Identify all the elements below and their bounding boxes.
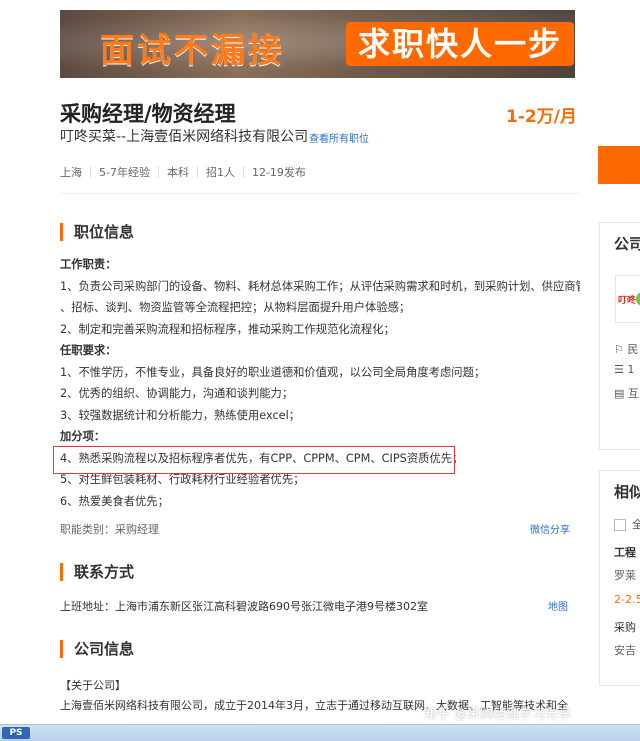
sidebar-similar-heading: 相似 [614, 483, 640, 501]
apply-button[interactable] [598, 146, 640, 184]
description-heading: 工作职责： [60, 258, 117, 271]
section-title-company-info: 公司信息 [60, 640, 134, 658]
zhihu-watermark: 知乎 @采购经理学习分享 [424, 707, 572, 722]
salary: 1-2万/月 [506, 107, 577, 127]
section-title-contact: 联系方式 [60, 563, 134, 581]
description-line: 3、较强数据统计和分析能力，熟练使用excel； [60, 408, 301, 422]
job-tags: 上海 5-7年经验 本科 招1人 12-19发布 [60, 164, 306, 180]
similar-job-company[interactable]: 安吉 [600, 642, 640, 658]
job-title: 采购经理/物资经理 [60, 102, 236, 126]
select-all-checkbox[interactable]: 全 [600, 516, 640, 532]
description-heading: 任职要求： [60, 344, 117, 357]
highlight-annotation-box [53, 446, 455, 474]
tag-separator [242, 166, 244, 178]
description-line: 、招标、谈判、物资监管等全流程把控；从物料层面提升用户体验感； [60, 301, 411, 314]
description-line: 1、不惟学历，不惟专业，具备良好的职业道德和价值观，以公司全局角度考虑问题； [60, 365, 486, 379]
sidebar-company-row: ⚐ 民 [614, 343, 639, 356]
description-line: 2、优秀的组织、协调能力，沟通和谈判能力； [60, 387, 294, 400]
description-heading: 加分项： [60, 430, 106, 443]
similar-job-company[interactable]: 罗莱 [600, 567, 640, 583]
work-address: 上班地址：上海市浦东新区张江高科碧波路690号张江微电子港9号楼302室 [60, 600, 428, 613]
tag-separator [90, 166, 91, 178]
logo-text: 叮咚 [618, 296, 637, 306]
tag-location: 上海 [60, 166, 82, 179]
photoshop-icon[interactable]: PS [2, 727, 30, 739]
tag-post-date: 12-19发布 [251, 166, 306, 179]
recruitment-banner[interactable]: 面试不漏接 求职快人一步 [60, 10, 575, 78]
company-name[interactable]: 叮咚买菜--上海壹佰米网络科技有限公司 [60, 126, 308, 146]
logo-mark [636, 292, 640, 306]
map-link[interactable]: 地图 [548, 598, 568, 613]
sidebar-company-heading: 公司 [614, 235, 640, 253]
sidebar-company-row: ▤ 互 [614, 387, 639, 400]
tag-headcount: 招1人 [205, 166, 235, 179]
windows-taskbar: PS [0, 724, 640, 741]
tag-education: 本科 [166, 166, 189, 179]
checkbox-icon[interactable] [614, 519, 626, 531]
about-heading: 【关于公司】 [60, 679, 126, 692]
tag-separator [157, 166, 159, 178]
wechat-share-link[interactable]: 微信分享 [530, 521, 570, 536]
similar-job-salary: 2-2.5 [614, 593, 640, 606]
similar-job-title[interactable]: 采购 [600, 619, 640, 635]
description-line: 1、负责公司采购部门的设备、物料、耗材总体采购工作；从评估采购需求和时机，到采购… [60, 279, 580, 293]
similar-job-title[interactable]: 工程 [600, 544, 640, 560]
tag-experience: 5-7年经验 [99, 166, 150, 179]
banner-slogan-left: 面试不漏接 [100, 31, 285, 71]
building-icon: ▤ [614, 387, 625, 400]
tag-separator [196, 166, 198, 178]
header-divider [60, 193, 580, 194]
company-logo[interactable]: 叮咚 [615, 275, 640, 323]
view-all-positions-link[interactable]: 查看所有职位 [309, 130, 369, 145]
description-line: 2、制定和完善采购流程和招标程序，推动采购工作规范化流程化； [60, 322, 395, 336]
sidebar-company-row: ☰ 1 [614, 363, 635, 376]
flag-icon: ⚐ [614, 343, 624, 356]
banner-slogan-right: 求职快人一步 [346, 22, 575, 66]
description-line: 6、热爱美食者优先； [60, 494, 169, 508]
sidebar-similar-jobs: 相似 全 工程 罗莱 2-2.5 采购 安吉 [599, 470, 640, 686]
job-category: 职能类别：采购经理 [60, 523, 159, 536]
sidebar-company-card: 公司 叮咚 ⚐ 民 ☰ 1 ▤ 互 [599, 222, 640, 450]
list-icon: ☰ [614, 363, 624, 376]
section-title-job-info: 职位信息 [60, 223, 134, 241]
